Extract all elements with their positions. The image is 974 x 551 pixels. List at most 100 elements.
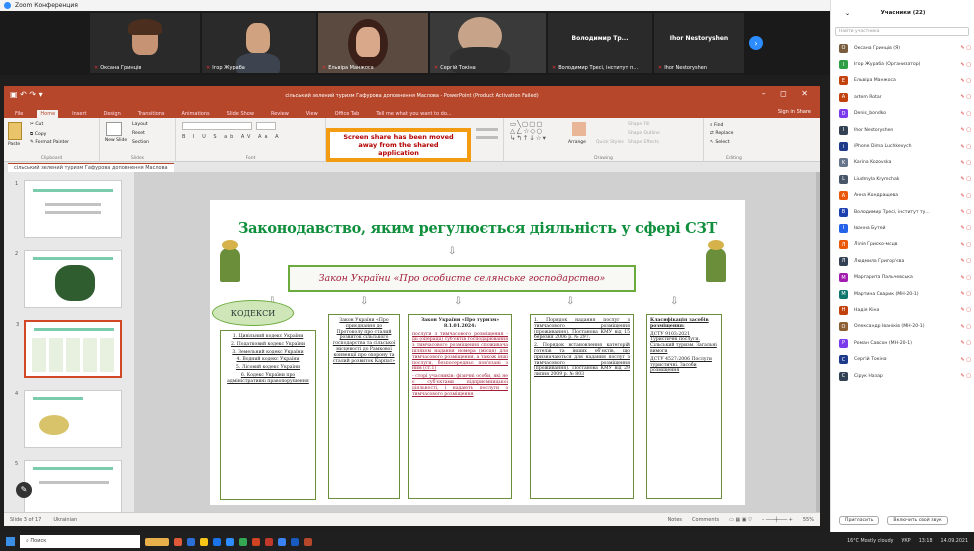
video-tile-3[interactable]: ✕ Ельвіра Манжоса xyxy=(318,13,428,73)
taskbar-app-icon[interactable] xyxy=(265,537,273,546)
reset-button[interactable]: Reset xyxy=(132,131,145,136)
participant-row[interactable]: С Сірук Назар ✎ ▢ xyxy=(831,368,974,384)
taskbar-app-icon[interactable] xyxy=(278,537,286,546)
shape-fill-button[interactable]: Shape Fill xyxy=(628,122,650,127)
taskbar-app-icon[interactable] xyxy=(200,537,208,546)
participant-search-input[interactable]: Найти участника xyxy=(835,27,969,36)
comments-button[interactable]: Comments xyxy=(692,517,719,523)
tab-office-tab[interactable]: Office Tab xyxy=(332,110,363,118)
tab-animations[interactable]: Animations xyxy=(179,110,213,118)
zoom-slider[interactable]: – ───┼─── + xyxy=(762,517,793,523)
thumbnail-2[interactable]: 2 xyxy=(15,250,122,308)
taskbar-app-icon[interactable] xyxy=(291,537,299,546)
format-painter-button[interactable]: ✎ Format Painter xyxy=(30,140,69,145)
font-size-select[interactable] xyxy=(256,122,276,130)
layout-button[interactable]: Layout xyxy=(132,122,148,127)
view-buttons[interactable]: ▭ ▦ ▣ ▽ xyxy=(729,517,752,523)
notes-button[interactable]: Notes xyxy=(668,517,682,523)
cut-button[interactable]: ✂ Cut xyxy=(30,122,43,127)
participant-row[interactable]: Н Надія Кіна ✎ ▢ xyxy=(831,302,974,318)
next-page-button[interactable]: › xyxy=(749,36,763,50)
tab-file[interactable]: File xyxy=(12,110,26,118)
language-indicator[interactable]: Ukrainian xyxy=(53,517,77,523)
thumbnail-1[interactable]: 1 xyxy=(15,180,122,238)
section-button[interactable]: Section xyxy=(132,140,149,145)
taskbar-app-icon[interactable] xyxy=(187,537,195,546)
participant-row[interactable]: М Мартина Сварик (МН-20-1) ✎ ▢ xyxy=(831,286,974,302)
taskbar-app-icon[interactable] xyxy=(304,537,312,546)
font-name-select[interactable] xyxy=(182,122,252,130)
taskbar-app-icon[interactable] xyxy=(213,537,221,546)
shapes-gallery[interactable]: ▭╲▢▢▢ △ㄥ☆◇○ ↳↰↑↓☆▾ xyxy=(510,121,547,142)
signin-share[interactable]: Sign in Share xyxy=(775,108,814,116)
windows-start-icon[interactable] xyxy=(6,537,15,546)
taskbar-app-icon[interactable] xyxy=(239,537,247,546)
zoom-level[interactable]: 55% xyxy=(803,517,814,523)
tab-insert[interactable]: Insert xyxy=(69,110,89,118)
clock-date[interactable]: 14.09.2021 xyxy=(941,539,968,544)
participant-row[interactable]: А Анна Кондращева ✎ ▢ xyxy=(831,188,974,204)
participant-row[interactable]: Л Людмила Григор'єва ✎ ▢ xyxy=(831,253,974,269)
participant-row[interactable]: L Liudmyla Krymchak ✎ ▢ xyxy=(831,171,974,187)
thumbnail-5[interactable]: 5 xyxy=(15,460,122,518)
tab-review[interactable]: Review xyxy=(268,110,292,118)
participant-row[interactable]: О Олександр Іваніків (МН-20-1) ✎ ▢ xyxy=(831,319,974,335)
taskbar-app-icon[interactable] xyxy=(252,537,260,546)
participant-row[interactable]: В Володимир Тресі, інститут ту... ✎ ▢ xyxy=(831,204,974,220)
shape-effects-button[interactable]: Shape Effects xyxy=(628,140,659,145)
taskbar-app-icon[interactable] xyxy=(145,537,169,546)
new-slide-icon[interactable] xyxy=(106,122,122,136)
paste-icon[interactable] xyxy=(8,122,22,140)
participant-row[interactable]: K Karina Kozovska ✎ ▢ xyxy=(831,155,974,171)
taskbar-search[interactable]: ⌕ Поиск xyxy=(20,535,140,548)
video-tile-5[interactable]: Володимир Тр... ✕ Володимир Тресі, інстит… xyxy=(548,13,652,73)
arrange-icon[interactable] xyxy=(572,122,586,136)
participant-row[interactable]: Е Ельвіра Манжоса ✎ ▢ xyxy=(831,73,974,89)
vertical-scrollbar[interactable] xyxy=(816,172,820,512)
select-button[interactable]: ↖ Select xyxy=(710,140,730,145)
clock-time[interactable]: 13:18 xyxy=(919,539,933,544)
tell-me-box[interactable]: Tell me what you want to do... xyxy=(373,110,454,118)
tab-slide-show[interactable]: Slide Show xyxy=(224,110,257,118)
participant-row[interactable]: D Denis_bondko ✎ ▢ xyxy=(831,106,974,122)
copy-button[interactable]: ⧉ Copy xyxy=(30,131,46,137)
invite-button[interactable]: Пригласить xyxy=(839,516,880,525)
keyboard-language[interactable]: УКР xyxy=(901,539,910,544)
new-slide-button[interactable]: New Slide xyxy=(104,138,128,143)
arrange-button[interactable]: Arrange xyxy=(568,140,586,145)
quick-access-icons[interactable]: ▣ ↶ ↷ ▾ xyxy=(10,90,43,99)
tab-transitions[interactable]: Transitions xyxy=(135,110,168,118)
shape-outline-button[interactable]: Shape Outline xyxy=(628,131,660,136)
quick-styles-button[interactable]: Quick Styles xyxy=(596,140,624,145)
tab-home[interactable]: Home xyxy=(37,110,59,118)
chevron-down-icon[interactable]: ⌄ xyxy=(845,10,850,17)
video-tile-6[interactable]: Ihor Nestoryshen ✕ Ihor Nestoryshen xyxy=(654,13,744,73)
tab-design[interactable]: Design xyxy=(100,110,123,118)
replace-button[interactable]: ⇄ Replace xyxy=(710,131,734,136)
taskbar-app-icon[interactable] xyxy=(174,537,182,546)
thumbnail-3[interactable]: 3 xyxy=(16,320,122,378)
participant-row[interactable]: Aartem Rotar ✎ ▢ xyxy=(831,89,974,105)
participant-row[interactable]: О Оксана Гринців (Я) ✎ ▢ xyxy=(831,40,974,56)
participant-row[interactable]: I Ihor Nestoryshen ✎ ▢ xyxy=(831,122,974,138)
paste-button[interactable]: Paste xyxy=(8,142,20,147)
unmute-self-button[interactable]: Включить свой звук xyxy=(887,516,948,525)
participant-row[interactable]: Р Роман Савсон (МН-20-1) ✎ ▢ xyxy=(831,335,974,351)
participant-row[interactable]: І Іванна Бутей ✎ ▢ xyxy=(831,220,974,236)
participant-row[interactable]: Л Лілія Гриско-мсцв ✎ ▢ xyxy=(831,237,974,253)
font-style-icons[interactable]: B I U S ab AV Aa A xyxy=(182,134,282,140)
video-tile-1[interactable]: ✕ Оксана Гринців xyxy=(90,13,200,73)
video-tile-4[interactable]: ✕ Сергій Токіна xyxy=(430,13,546,73)
window-controls[interactable]: – ◻ ✕ xyxy=(762,89,814,98)
participant-row[interactable]: С Сергій Токіна ✎ ▢ xyxy=(831,351,974,367)
participant-row[interactable]: М Маргарита Пальчевська ✎ ▢ xyxy=(831,269,974,285)
thumbnail-4[interactable]: 4 xyxy=(15,390,122,448)
participant-row[interactable]: i iPhone Dima Luchkevych ✎ ▢ xyxy=(831,138,974,154)
find-button[interactable]: ⌕ Find xyxy=(710,122,723,128)
weather-widget[interactable]: 16°C Mostly cloudy xyxy=(847,539,893,544)
taskbar-app-icon[interactable] xyxy=(226,537,234,546)
document-tab[interactable]: сільський зелений туризм Гафурова доповн… xyxy=(8,162,174,172)
pen-icon[interactable]: ✎ xyxy=(16,482,32,498)
tab-view[interactable]: View xyxy=(303,110,321,118)
participant-row[interactable]: І Ігор Жураба (Организатор) ✎ ▢ xyxy=(831,56,974,72)
